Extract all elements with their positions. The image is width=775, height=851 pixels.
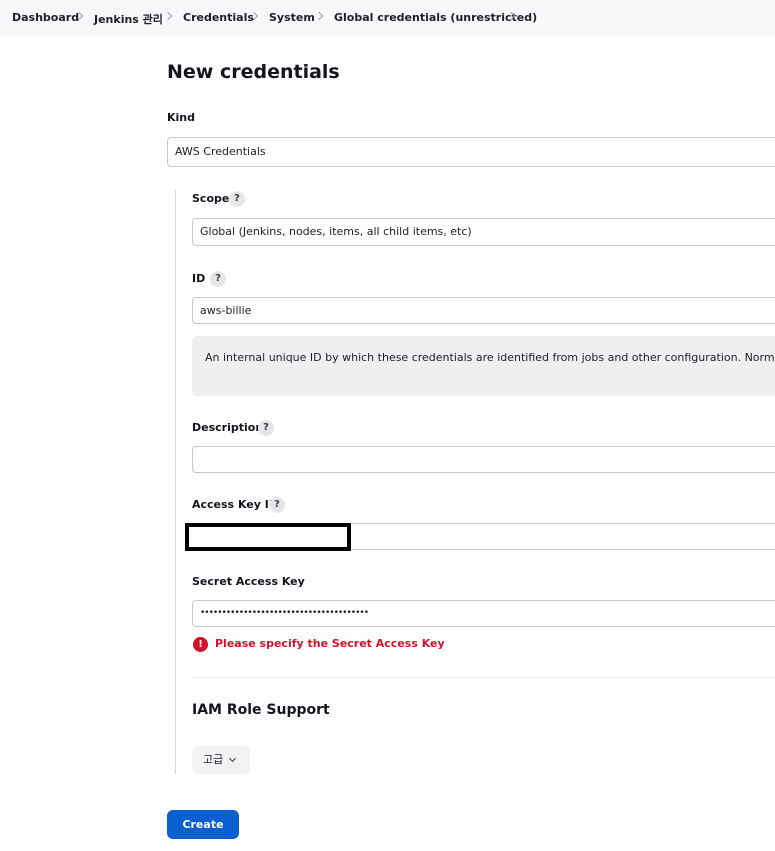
secret-access-key-error: Please specify the Secret Access Key: [215, 637, 445, 650]
breadcrumb-jenkins-manage[interactable]: Jenkins 관리: [94, 11, 163, 27]
advanced-button-label: 고급: [203, 754, 224, 766]
credential-section-bar: [175, 190, 176, 774]
secret-access-key-input[interactable]: •••••••••••••••••••••••••••••••••••••••: [192, 600, 775, 627]
scope-select[interactable]: Global (Jenkins, nodes, items, all child…: [192, 218, 775, 246]
description-input[interactable]: [192, 446, 775, 473]
breadcrumb: Dashboard Jenkins 관리 Credentials System …: [0, 0, 775, 36]
access-key-id-help-icon[interactable]: ?: [269, 497, 285, 513]
id-help-box: An internal unique ID by which these cre…: [192, 336, 775, 396]
chevron-right-icon: [314, 11, 324, 21]
access-key-id-label: Access Key ID: [192, 498, 278, 511]
scope-label: Scope: [192, 192, 230, 205]
description-label: Description: [192, 421, 264, 434]
breadcrumb-global-credentials[interactable]: Global credentials (unrestricted): [334, 11, 537, 24]
breadcrumb-system[interactable]: System: [269, 11, 315, 24]
id-input[interactable]: aws-billie: [192, 297, 775, 324]
error-icon: !: [193, 637, 208, 652]
id-help-icon[interactable]: ?: [210, 271, 226, 287]
redaction-box: [185, 523, 351, 551]
kind-select[interactable]: AWS Credentials: [167, 137, 775, 167]
secret-access-key-label: Secret Access Key: [192, 575, 305, 588]
kind-label: Kind: [167, 111, 195, 124]
breadcrumb-dashboard[interactable]: Dashboard: [12, 11, 79, 24]
create-button[interactable]: Create: [167, 810, 239, 839]
advanced-button[interactable]: 고급: [192, 746, 250, 774]
chevron-right-icon: [163, 11, 173, 21]
breadcrumb-credentials[interactable]: Credentials: [183, 11, 254, 24]
page-title: New credentials: [167, 61, 340, 83]
iam-role-heading: IAM Role Support: [192, 702, 330, 718]
section-divider: [192, 677, 775, 678]
scope-help-icon[interactable]: ?: [229, 191, 245, 207]
id-label: ID: [192, 272, 206, 285]
chevron-down-icon: [228, 754, 237, 763]
description-help-icon[interactable]: ?: [258, 420, 274, 436]
